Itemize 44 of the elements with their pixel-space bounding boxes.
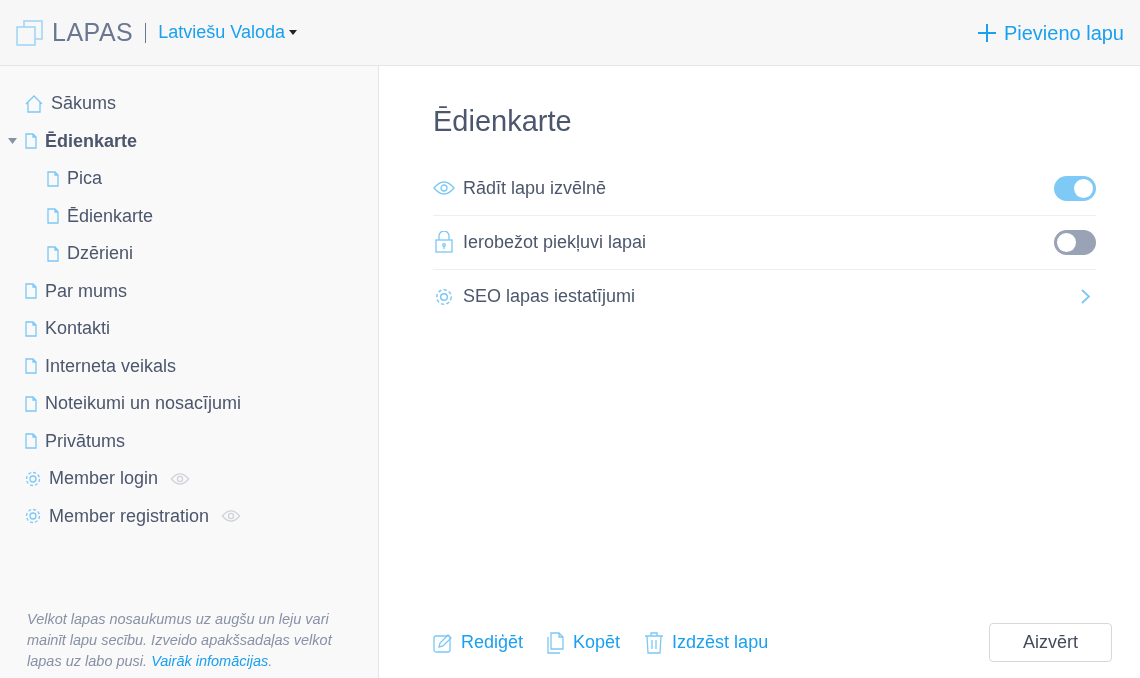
home-icon [24, 93, 44, 114]
lock-icon [435, 231, 453, 253]
gear-icon [24, 469, 42, 488]
page-link[interactable]: Pica [67, 165, 102, 193]
close-button[interactable]: Aizvērt [989, 623, 1112, 662]
setting-label: Rādīt lapu izvēlnē [463, 176, 607, 200]
page-link[interactable]: Dzērieni [67, 240, 134, 268]
hint-text: Velkot lapas nosaukumus uz augšu un leju vari mainīt lapu secību. Izveido apakšsadaļas velkot lapas uz labo pusi. Vairāk infomācijas. [26, 610, 334, 671]
page-link[interactable]: Ēdienkarte [67, 202, 154, 230]
setting-label: SEO lapas iestatījumi [463, 285, 636, 308]
page-icon [24, 133, 38, 150]
page-icon [46, 208, 60, 225]
edit-icon [433, 632, 453, 653]
pages-logo-icon [16, 19, 44, 46]
document-icon [547, 631, 566, 654]
page-link[interactable]: Interneta veikals [45, 352, 177, 380]
page-icon [24, 320, 38, 337]
gear-icon [434, 286, 454, 307]
page-icon [24, 358, 38, 375]
page-icon [46, 245, 60, 262]
chevron-right-icon[interactable] [1081, 289, 1090, 304]
trash-icon [644, 631, 665, 654]
page-icon [24, 283, 38, 300]
page-icon [46, 170, 60, 187]
page-link[interactable]: Member registration [49, 502, 210, 530]
eye-icon [433, 181, 455, 195]
caret-icon [289, 30, 297, 35]
page-link[interactable]: Member login [49, 465, 159, 493]
page-title: Ēdienkarte [433, 104, 573, 139]
app-title: LAPAS [52, 16, 134, 48]
expand-arrow-icon[interactable] [8, 138, 17, 145]
page-link[interactable]: Kontakti [45, 315, 111, 343]
page-icon [24, 433, 38, 450]
page-link[interactable]: Ēdienkarte [45, 127, 138, 155]
setting-label: Ierobežot piekļuvi lapai [463, 230, 647, 254]
page-link[interactable]: Sākums [51, 90, 117, 118]
gear-icon [24, 507, 42, 526]
toggle-switch[interactable] [1054, 229, 1096, 255]
plus-icon [977, 23, 996, 42]
page-link[interactable]: Noteikumi un nosacījumi [45, 390, 242, 418]
toggle-switch[interactable] [1054, 175, 1096, 201]
page-link[interactable]: Par mums [45, 277, 127, 305]
page-link[interactable]: Privātums [45, 427, 125, 455]
page-icon [24, 395, 38, 412]
